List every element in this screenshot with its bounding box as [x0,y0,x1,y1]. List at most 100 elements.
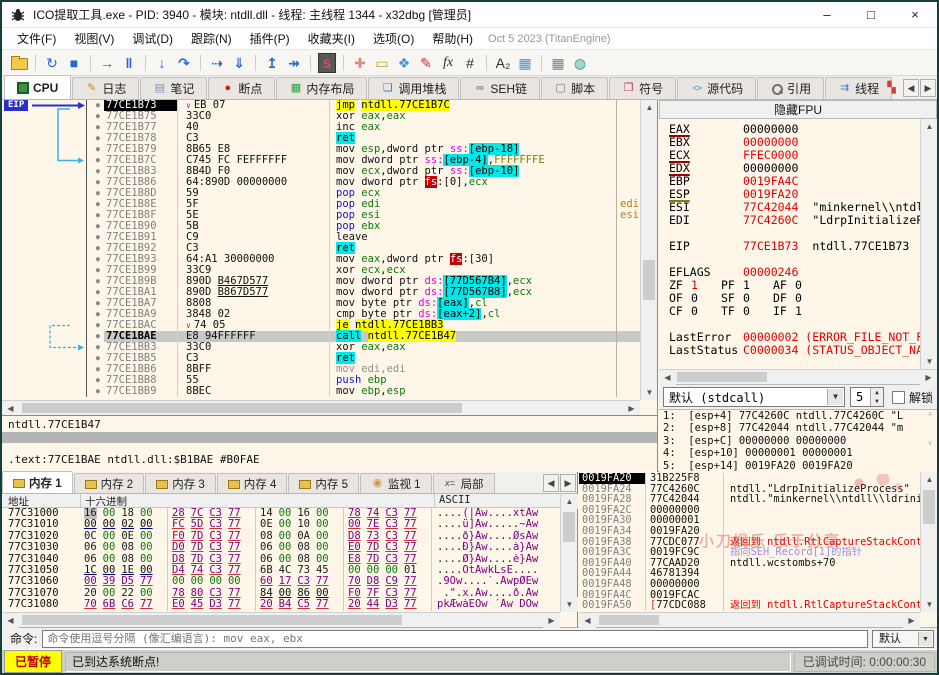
hex-byte[interactable]: 08 [260,530,273,542]
hex-byte[interactable]: 7E [367,518,380,530]
tab-memmap[interactable]: 内存布局 [276,77,367,99]
hex-byte[interactable]: 77 [404,541,417,553]
hex-byte[interactable]: D5 [121,575,134,587]
hex-byte[interactable]: 0C [84,530,97,542]
hex-byte[interactable]: D3 [385,598,398,610]
device-icon[interactable]: ▦ [516,53,534,73]
argument-row[interactable]: 1: [esp+4] 77C4260C ntdll.77C4260C "L [659,410,937,422]
hex-byte[interactable]: 80 [191,587,204,599]
hex-byte[interactable]: 00 [103,587,116,599]
dump-row[interactable]: 77C31080706BC677E045D37720B4C5772044D377… [2,599,577,610]
argument-row[interactable]: 2: [esp+8] 77C42044 ntdll.77C42044 "m [659,422,937,434]
stack-vscrollbar[interactable]: ▲ ▼ [920,472,937,612]
menu-item[interactable]: 插件(P) [241,30,299,48]
hex-byte[interactable]: C3 [209,508,222,519]
hex-byte[interactable]: 77 [404,518,417,530]
hex-byte[interactable]: D8 [172,553,185,565]
execute-till-return-icon[interactable]: ↥ [263,53,281,73]
hex-byte[interactable]: 00 [279,553,292,565]
hex-byte[interactable]: 77 [316,598,329,610]
tab-script[interactable]: 脚本 [541,77,608,99]
command-input[interactable] [42,630,868,648]
hex-byte[interactable]: 77 [228,553,241,565]
register-row[interactable]: EFLAGS00000246 [659,266,920,279]
menu-item[interactable]: 帮助(H) [423,30,482,48]
calculator-icon[interactable]: ▦ [549,53,567,73]
hex-byte[interactable]: 44 [367,598,380,610]
tab-bp[interactable]: 断点 [208,77,275,99]
hex-byte[interactable]: 00 [385,564,398,576]
dump-tab-mem[interactable]: 内存 4 [217,473,288,493]
patch-icon[interactable]: ✚ [351,53,369,73]
hex-byte[interactable]: 7D [191,530,204,542]
registers-hscrollbar[interactable]: ◀ ▶ [659,369,937,384]
menu-item[interactable]: 视图(V) [65,30,123,48]
hex-byte[interactable]: C3 [385,530,398,542]
hex-byte[interactable]: 77 [404,598,417,610]
hex-byte[interactable]: 00 [316,541,329,553]
tab-seh[interactable]: SEH链 [460,77,540,99]
hex-byte[interactable]: 16 [84,508,97,519]
hex-byte[interactable]: 77 [140,575,153,587]
register-row[interactable]: EDI77C4260C"LdrpInitializePro [659,214,920,227]
hex-byte[interactable]: C3 [297,575,310,587]
hex-byte[interactable]: 45 [191,598,204,610]
restart-icon[interactable]: ↻ [43,53,61,73]
hex-byte[interactable]: 01 [404,564,417,576]
hex-byte[interactable]: 00 [191,575,204,587]
hex-byte[interactable]: 77 [228,587,241,599]
dump-tab-mem[interactable]: 内存 2 [74,473,145,493]
dump-tab-mem[interactable]: 内存 1 [2,471,73,493]
hex-byte[interactable]: 0E [260,518,273,530]
hex-byte[interactable]: C3 [385,541,398,553]
hex-byte[interactable]: C3 [209,541,222,553]
hex-byte[interactable]: 0E [121,530,134,542]
hex-byte[interactable]: F0 [348,587,361,599]
argument-row[interactable]: 5: [esp+14] 0019FA20 0019FA20 [659,460,937,472]
hex-byte[interactable]: 77 [228,541,241,553]
hex-byte[interactable]: D4 [172,564,185,576]
hex-byte[interactable]: 00 [367,564,380,576]
hex-byte[interactable]: 00 [209,575,222,587]
hex-byte[interactable]: D8 [367,575,380,587]
dump-tab-mem[interactable]: 内存 5 [288,473,359,493]
hex-byte[interactable]: 00 [140,564,153,576]
tab-notes[interactable]: 笔记 [140,77,207,99]
hex-byte[interactable]: E8 [348,553,361,565]
tab-stack[interactable]: 调用堆栈 [368,77,459,99]
stack-row[interactable]: 0019FA4800000000 [579,579,920,590]
stack-hscrollbar[interactable]: ◀ ▶ [579,612,920,627]
disasm-vscrollbar[interactable]: ▲ ▼ [640,100,657,400]
hex-byte[interactable]: 28 [172,508,185,519]
dump-scroll-left[interactable]: ◀ [543,474,559,492]
dump-hscrollbar[interactable]: ◀ ▶ [2,612,560,627]
hex-byte[interactable]: 06 [260,553,273,565]
hex-byte[interactable]: 7D [367,553,380,565]
hex-byte[interactable]: 00 [316,553,329,565]
hex-byte[interactable]: 77 [404,530,417,542]
unlock-checkbox[interactable] [892,391,905,404]
calling-convention-combo[interactable]: 默认 (stdcall) ▼ [663,387,845,407]
hex-byte[interactable]: 00 [103,564,116,576]
hex-byte[interactable]: 77 [228,564,241,576]
hex-byte[interactable]: B4 [279,598,292,610]
hex-byte[interactable]: 08 [297,553,310,565]
menu-item[interactable]: 跟踪(N) [182,30,241,48]
dump-tab-mem[interactable]: 内存 3 [145,473,216,493]
hex-byte[interactable]: 06 [84,553,97,565]
arguments-scrollbar[interactable]: ∧∨ [923,410,937,472]
hex-byte[interactable]: 00 [103,541,116,553]
hex-byte[interactable]: D3 [209,598,222,610]
hex-byte[interactable]: 77 [228,508,241,519]
menu-item[interactable]: 选项(O) [364,30,423,48]
dump-tab-watch[interactable]: 监视 1 [360,473,432,493]
hex-byte[interactable]: C3 [209,587,222,599]
hex-byte[interactable]: C6 [121,598,134,610]
highlight-icon[interactable]: ✎ [417,53,435,73]
hex-byte[interactable]: 5D [191,518,204,530]
pause-icon[interactable]: ‖ [120,53,138,73]
step-out-icon[interactable]: ⇓ [230,53,248,73]
run-to-selection-icon[interactable]: ↠ [285,53,303,73]
internet-icon[interactable]: ◍ [571,53,589,73]
hex-byte[interactable]: 06 [260,541,273,553]
